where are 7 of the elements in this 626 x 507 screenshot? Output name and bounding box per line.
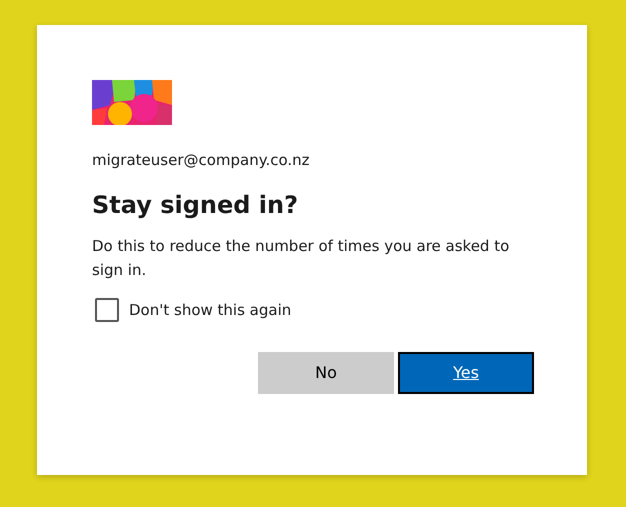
- description-text: Do this to reduce the number of times you are asked to sign in.: [92, 236, 510, 281]
- yes-button[interactable]: Yes: [398, 352, 534, 394]
- checkbox-label: Don't show this again: [129, 300, 292, 321]
- no-button[interactable]: No: [258, 352, 394, 394]
- dialog-title: Stay signed in?: [92, 190, 300, 220]
- account-email: migrateuser@company.co.nz: [92, 150, 311, 170]
- checkbox[interactable]: [95, 298, 119, 322]
